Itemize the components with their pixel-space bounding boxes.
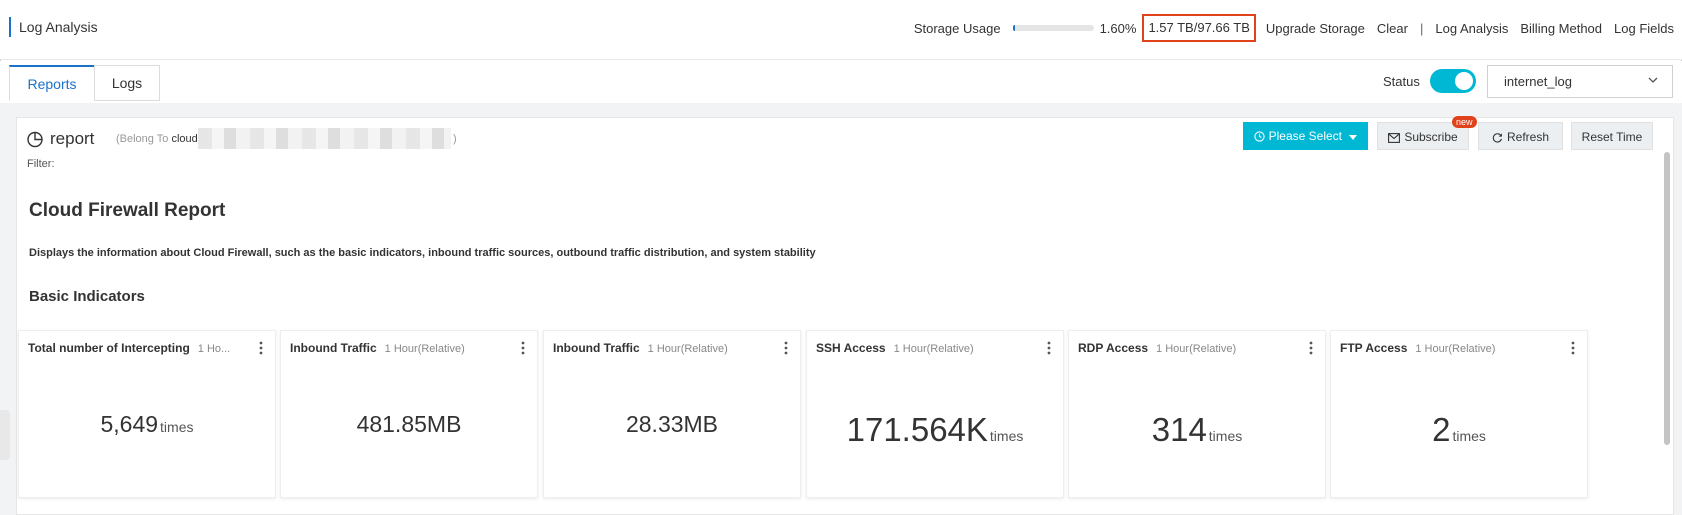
card-value-number: 314 <box>1151 411 1207 448</box>
card-value-number: 171.564K <box>846 411 988 448</box>
card-time-range: 1 Hour(Relative) <box>893 343 974 355</box>
storage-usage-fill <box>1012 25 1015 31</box>
clear-link[interactable]: Clear <box>1377 21 1408 36</box>
storage-usage-percent: 1.60% <box>1099 20 1137 36</box>
pie-chart-icon <box>27 131 43 148</box>
card-value: 5,649 times <box>19 411 275 438</box>
refresh-icon <box>1492 133 1502 143</box>
card-title: Inbound Traffic 1 Hour(Relative) <box>290 341 465 355</box>
card-value-unit: times <box>160 419 194 435</box>
card-time-range: 1 Ho... <box>197 343 231 355</box>
card-title: Inbound Traffic 1 Hour(Relative) <box>553 341 728 355</box>
belong-to-label: (Belong To cloud <box>116 133 198 145</box>
card-title: Total number of Intercepting 1 Ho... <box>28 341 230 355</box>
card-value-unit: times <box>989 428 1024 444</box>
more-vertical-icon[interactable] <box>519 340 527 356</box>
log-analysis-link[interactable]: Log Analysis <box>1435 21 1508 36</box>
card-title-text: SSH Access <box>816 341 886 355</box>
card-time-range: 1 Hour(Relative) <box>384 343 465 355</box>
card-value-number: 28.33MB <box>625 411 719 437</box>
card-value: 28.33MB <box>544 411 800 438</box>
card-value: 2 times <box>1331 411 1587 449</box>
more-vertical-icon[interactable] <box>1045 340 1053 356</box>
filter-label: Filter: <box>27 158 55 170</box>
belong-to-suffix: ) <box>453 133 457 145</box>
status-label: Status <box>1383 74 1420 89</box>
report-description: Displays the information about Cloud Fir… <box>29 247 816 259</box>
card-value: 314 times <box>1069 411 1325 449</box>
logstore-select[interactable]: internet_log <box>1487 65 1673 98</box>
storage-usage-amount: 1.57 TB/97.66 TB <box>1142 14 1256 42</box>
toggle-knob <box>1455 72 1473 90</box>
log-fields-link[interactable]: Log Fields <box>1614 21 1674 36</box>
please-select-label: Please Select <box>1268 129 1343 143</box>
storage-usage-bar <box>1012 25 1094 31</box>
card-title: RDP Access 1 Hour(Relative) <box>1078 341 1236 355</box>
card-value-unit: times <box>1452 428 1486 444</box>
billing-method-link[interactable]: Billing Method <box>1520 21 1602 36</box>
more-vertical-icon[interactable] <box>1307 340 1315 356</box>
top-bar: Log Analysis Storage Usage 1.60% 1.57 TB… <box>0 0 1682 60</box>
app-title: Log Analysis <box>9 17 98 37</box>
card-value-unit: times <box>1208 428 1243 444</box>
card-title-text: FTP Access <box>1340 341 1408 355</box>
card-time-range: 1 Hour(Relative) <box>1415 343 1496 355</box>
subscribe-label: Subscribe <box>1404 130 1458 144</box>
envelope-icon <box>1388 132 1401 143</box>
card-title-text: Inbound Traffic <box>553 341 640 355</box>
indicator-card: Total number of Intercepting 1 Ho... 5,649… <box>18 330 276 498</box>
card-value: 171.564K times <box>807 411 1063 449</box>
indicator-card: RDP Access 1 Hour(Relative) 314 times <box>1068 330 1326 498</box>
refresh-button[interactable]: Refresh <box>1478 122 1563 150</box>
card-value-number: 481.85MB <box>356 411 462 437</box>
redacted-project-name <box>198 128 451 149</box>
section-heading: Basic Indicators <box>29 288 145 305</box>
card-title: FTP Access 1 Hour(Relative) <box>1340 341 1495 355</box>
top-right-toolbar: Storage Usage 1.60% 1.57 TB/97.66 TB Upg… <box>914 14 1674 42</box>
belong-to-project: cloud <box>171 133 198 145</box>
indicator-card: Inbound Traffic 1 Hour(Relative) 28.33MB <box>543 330 801 498</box>
indicator-card: SSH Access 1 Hour(Relative) 171.564K times <box>806 330 1064 498</box>
indicator-card: Inbound Traffic 1 Hour(Relative) 481.85MB <box>280 330 538 498</box>
belong-to-prefix: (Belong To <box>116 133 172 145</box>
card-value-number: 5,649 <box>100 411 159 437</box>
card-value-number: 2 <box>1432 411 1451 448</box>
collapse-handle[interactable] <box>0 410 10 460</box>
card-value: 481.85MB <box>281 411 537 438</box>
upgrade-storage-link[interactable]: Upgrade Storage <box>1266 21 1365 36</box>
vertical-scrollbar[interactable] <box>1664 152 1670 445</box>
please-select-button[interactable]: Please Select <box>1243 122 1368 150</box>
refresh-label: Refresh <box>1506 130 1550 144</box>
more-vertical-icon[interactable] <box>257 340 265 356</box>
tab-row: Reports Logs Status internet_log <box>0 61 1682 103</box>
card-title-text: Inbound Traffic <box>290 341 377 355</box>
logstore-select-value: internet_log <box>1504 74 1572 89</box>
report-name: report <box>50 129 95 148</box>
card-time-range: 1 Hour(Relative) <box>647 343 728 355</box>
card-title-text: Total number of Intercepting <box>28 341 190 355</box>
report-heading: Cloud Firewall Report <box>29 200 226 221</box>
tab-reports[interactable]: Reports <box>9 65 95 101</box>
card-time-range: 1 Hour(Relative) <box>1156 343 1237 355</box>
more-vertical-icon[interactable] <box>1569 340 1577 356</box>
link-separator: | <box>1419 20 1424 36</box>
card-title: SSH Access 1 Hour(Relative) <box>816 341 974 355</box>
new-badge: new <box>1452 116 1477 128</box>
clock-icon <box>1253 131 1265 142</box>
tab-logs[interactable]: Logs <box>94 65 160 101</box>
more-vertical-icon[interactable] <box>782 340 790 356</box>
storage-usage-label: Storage Usage <box>913 20 1001 36</box>
card-title-text: RDP Access <box>1078 341 1149 355</box>
status-toggle[interactable] <box>1430 69 1476 93</box>
reset-time-button[interactable]: Reset Time <box>1571 122 1653 150</box>
indicator-card: FTP Access 1 Hour(Relative) 2 times <box>1330 330 1588 498</box>
caret-down-icon <box>1349 134 1358 140</box>
chevron-down-icon <box>1648 77 1658 83</box>
